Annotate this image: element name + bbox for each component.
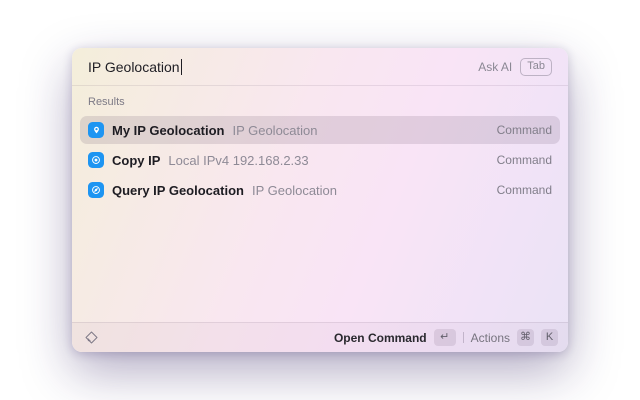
- result-row-my-ip-geolocation[interactable]: My IP Geolocation IP Geolocation Command: [80, 116, 560, 144]
- command-key-icon: ⌘: [517, 329, 534, 346]
- k-key-icon: K: [541, 329, 558, 346]
- result-subtitle: IP Geolocation: [232, 123, 317, 138]
- actions-button[interactable]: Actions: [471, 331, 510, 345]
- launcher-window: IP Geolocation Ask AI Tab Results My IP …: [72, 48, 568, 352]
- result-title: My IP Geolocation: [112, 123, 224, 138]
- result-subtitle: IP Geolocation: [252, 183, 337, 198]
- result-title: Query IP Geolocation: [112, 183, 244, 198]
- tab-key-badge: Tab: [520, 58, 552, 76]
- result-type-badge: Command: [497, 183, 552, 197]
- raycast-logo-icon: [82, 329, 100, 347]
- footer-divider: [463, 332, 464, 343]
- search-input[interactable]: IP Geolocation: [88, 59, 180, 75]
- ask-ai-label[interactable]: Ask AI: [478, 60, 512, 74]
- target-circles-icon: [88, 152, 104, 168]
- compass-icon: [88, 182, 104, 198]
- result-type-badge: Command: [497, 123, 552, 137]
- result-row-query-ip-geolocation[interactable]: Query IP Geolocation IP Geolocation Comm…: [80, 176, 560, 204]
- result-row-copy-ip[interactable]: Copy IP Local IPv4 192.168.2.33 Command: [80, 146, 560, 174]
- return-key-icon: ↵: [434, 329, 456, 346]
- open-command-button[interactable]: Open Command: [334, 331, 427, 345]
- results-section-label: Results: [72, 86, 568, 116]
- search-bar[interactable]: IP Geolocation Ask AI Tab: [72, 48, 568, 86]
- footer-bar: Open Command ↵ Actions ⌘ K: [72, 322, 568, 352]
- text-cursor: [181, 59, 183, 75]
- result-subtitle: Local IPv4 192.168.2.33: [168, 153, 308, 168]
- map-pin-icon: [88, 122, 104, 138]
- result-title: Copy IP: [112, 153, 160, 168]
- result-type-badge: Command: [497, 153, 552, 167]
